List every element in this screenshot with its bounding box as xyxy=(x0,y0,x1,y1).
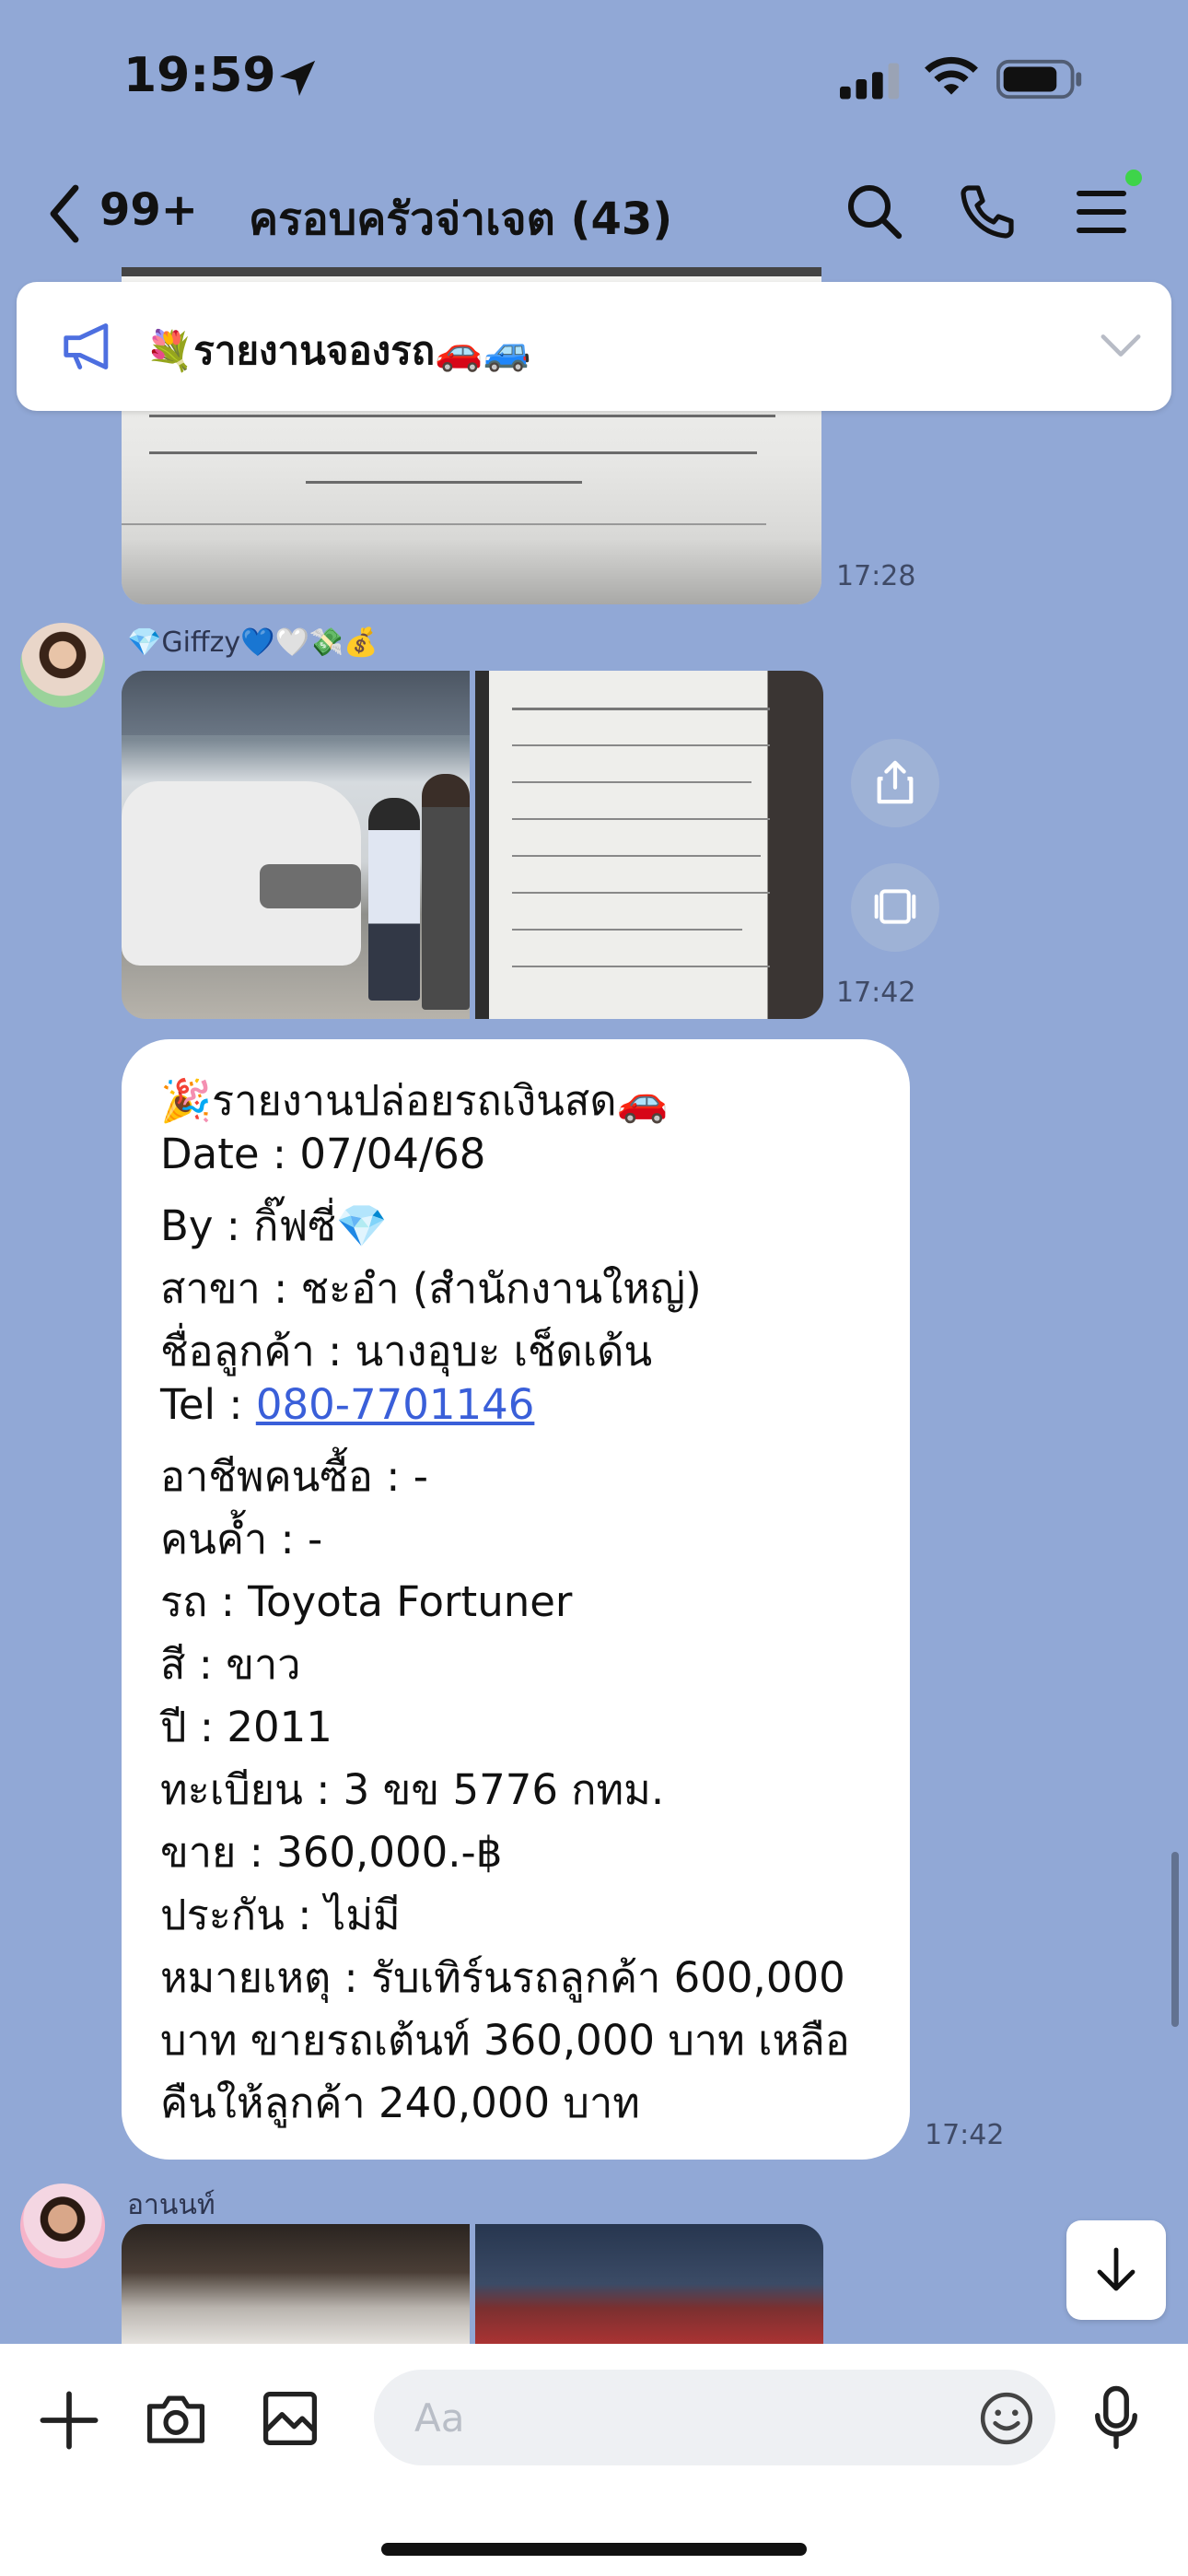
tel-label: Tel : xyxy=(160,1380,256,1429)
image-icon[interactable] xyxy=(260,2388,320,2449)
chat-title[interactable]: ครอบครัวจ่าเจต (43) xyxy=(249,184,672,254)
photo[interactable] xyxy=(475,2224,823,2344)
wifi-icon xyxy=(925,56,978,95)
arrow-down-icon xyxy=(1097,2247,1136,2291)
chevron-left-icon[interactable] xyxy=(46,184,83,243)
car-photo[interactable] xyxy=(122,671,470,1019)
plus-icon[interactable] xyxy=(39,2390,99,2451)
phone-link[interactable]: 080-7701146 xyxy=(256,1380,535,1429)
cellular-signal-icon xyxy=(840,63,900,100)
sender-name: 💎Giffzy💙🤍💸💰 xyxy=(127,626,379,659)
message-time: 17:28 xyxy=(836,560,916,592)
location-arrow-icon xyxy=(279,60,316,97)
message-line: สาขา : ชะอำ (สำนักงานใหญ่) xyxy=(160,1264,702,1313)
message-line: รถ : Toyota Fortuner xyxy=(160,1577,573,1626)
hamburger-icon[interactable] xyxy=(1072,182,1131,241)
message-line: คืนให้ลูกค้า 240,000 บาท xyxy=(160,2078,640,2127)
chat-header: 99+ ครอบครัวจ่าเจต (43) xyxy=(0,157,1188,267)
message-line-tel: Tel : 080-7701146 xyxy=(160,1380,534,1429)
message-bubble[interactable]: 🎉รายงานปล่อยรถเงินสด🚗 Date : 07/04/68 By… xyxy=(122,1039,910,2160)
microphone-icon[interactable] xyxy=(1090,2384,1142,2451)
message-line: Date : 07/04/68 xyxy=(160,1130,486,1178)
announcement-text: 💐รายงานจองรถ🚗🚙 xyxy=(146,328,531,373)
battery-icon xyxy=(996,59,1082,100)
status-time: 19:59 xyxy=(123,48,276,103)
message-line: ทะเบียน : 3 ขข 5776 กทม. xyxy=(160,1765,665,1814)
avatar[interactable] xyxy=(20,2184,105,2268)
message-line: คนค้ำ : - xyxy=(160,1515,323,1563)
message-line: 🎉รายงานปล่อยรถเงินสด🚗 xyxy=(160,1076,669,1125)
share-icon xyxy=(877,760,914,804)
album-button[interactable] xyxy=(851,863,939,952)
message-line: บาท ขายรถเต้นท์ 360,000 บาท เหลือ xyxy=(160,2016,850,2065)
photo[interactable] xyxy=(122,2224,470,2344)
scroll-to-bottom-button[interactable] xyxy=(1066,2220,1166,2320)
new-indicator-dot xyxy=(1125,170,1142,186)
message-line: ประกัน : ไม่มี xyxy=(160,1891,401,1939)
document-photo[interactable] xyxy=(475,671,823,1019)
chevron-down-icon[interactable] xyxy=(1100,330,1142,361)
message-line: หมายเหตุ : รับเทิร์นรถลูกค้า 600,000 xyxy=(160,1953,845,2002)
announcement-banner[interactable]: 💐รายงานจองรถ🚗🚙 xyxy=(17,282,1171,411)
scrollbar[interactable] xyxy=(1171,1852,1179,2027)
sender-name: อานนท์ xyxy=(127,2189,215,2221)
message-line: ขาย : 360,000.-฿ xyxy=(160,1828,503,1877)
message-time: 17:42 xyxy=(836,977,916,1009)
message-time: 17:42 xyxy=(925,2119,1005,2151)
avatar[interactable] xyxy=(20,623,105,708)
megaphone-icon xyxy=(64,323,109,369)
message-line: สี : ขาว xyxy=(160,1640,301,1689)
album-icon xyxy=(874,889,916,924)
message-input-bar xyxy=(0,2344,1188,2576)
phone-icon[interactable] xyxy=(958,182,1017,241)
message-input[interactable] xyxy=(374,2370,1055,2465)
camera-icon[interactable] xyxy=(144,2388,208,2449)
share-button[interactable] xyxy=(851,739,939,827)
message-line: อาชีพคนซื้อ : - xyxy=(160,1452,428,1501)
home-indicator[interactable] xyxy=(381,2543,807,2556)
message-line: ชื่อลูกค้า : นางอุบะ เช็ดเด้น xyxy=(160,1327,653,1376)
search-icon[interactable] xyxy=(845,182,904,241)
status-bar: 19:59 xyxy=(0,0,1188,138)
message-line: ปี : 2011 xyxy=(160,1703,332,1751)
message-line: By : กิ๊ฟซี่💎 xyxy=(160,1201,388,1250)
emoji-icon[interactable] xyxy=(978,2390,1035,2447)
back-unread-count[interactable]: 99+ xyxy=(99,184,198,236)
